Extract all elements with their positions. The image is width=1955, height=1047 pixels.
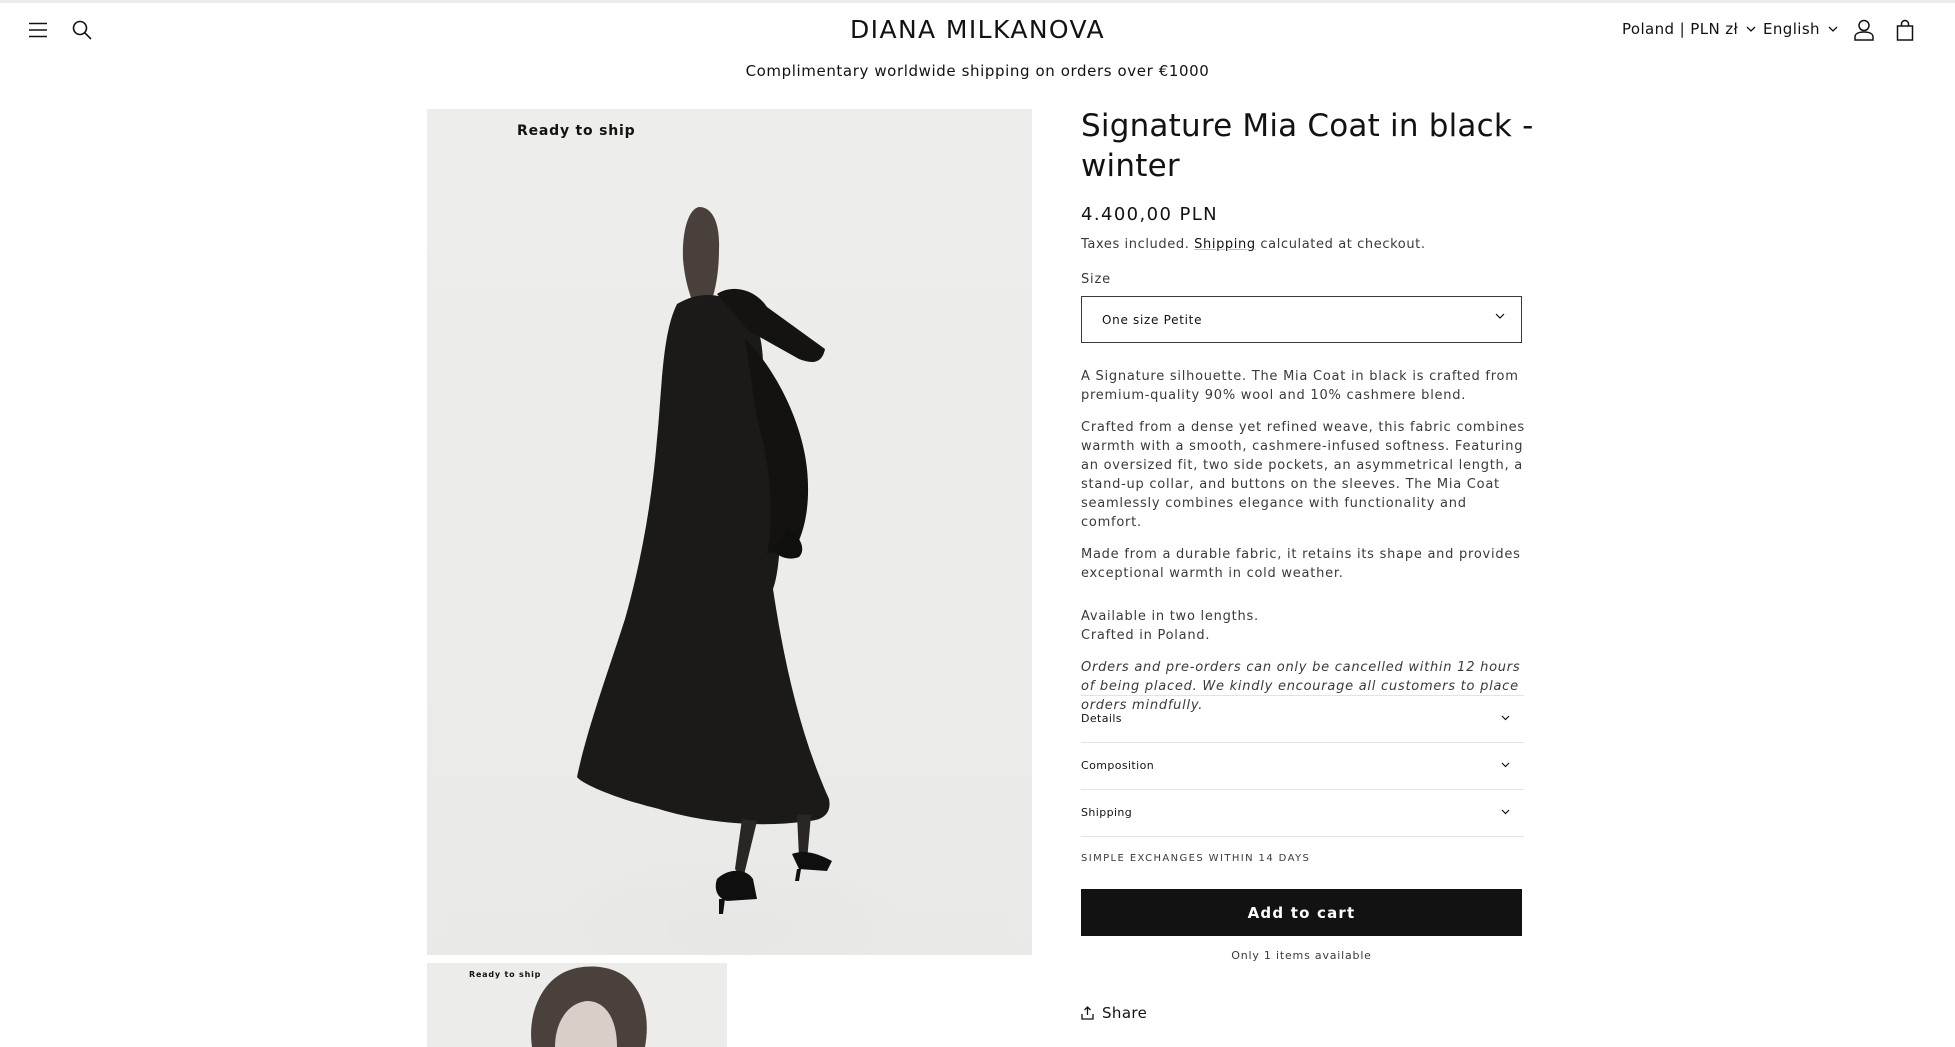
description-paragraph: A Signature silhouette. The Mia Coat in … [1081,369,1519,403]
search-icon[interactable] [66,14,98,46]
chevron-down-icon [1495,313,1505,319]
product-description: A Signature silhouette. The Mia Coat in … [1081,367,1531,728]
add-to-cart-button[interactable]: Add to cart [1081,889,1522,936]
accordion-shipping[interactable]: Shipping [1081,789,1524,837]
hamburger-menu-icon[interactable] [22,14,54,46]
account-icon[interactable] [1848,14,1880,46]
country-selector[interactable]: Poland | PLN zł [1622,20,1756,38]
size-label: Size [1081,272,1111,287]
coat-model-illustration [427,207,1032,955]
size-select[interactable]: One size Petite [1081,296,1522,343]
description-paragraph: Crafted from a dense yet refined weave, … [1081,420,1525,530]
cart-icon[interactable] [1889,14,1921,46]
site-header: DIANA MILKANOVA Poland | PLN zł English [0,3,1955,59]
product-price: 4.400,00 PLN [1081,204,1219,225]
ready-to-ship-badge-small: Ready to ship [469,970,542,979]
accordion-composition[interactable]: Composition [1081,742,1524,789]
accordion-label: Composition [1081,759,1155,772]
exchanges-note: SIMPLE EXCHANGES WITHIN 14 DAYS [1081,853,1311,864]
language-selector[interactable]: English [1763,20,1838,38]
country-label: Poland | PLN zł [1622,20,1739,38]
description-line: Available in two lengths. [1081,609,1259,624]
chevron-down-icon [1828,26,1838,32]
description-line: Crafted in Poland. [1081,628,1211,643]
availability-note: Only 1 items available [1231,949,1372,962]
ready-to-ship-badge: Ready to ship [517,123,636,139]
share-button[interactable]: Share [1081,1004,1147,1022]
chevron-down-icon [1501,762,1510,768]
size-selected-value: One size Petite [1102,312,1203,327]
shipping-policy-link[interactable]: Shipping [1194,237,1256,252]
tax-note: Taxes included. Shipping calculated at c… [1081,237,1426,252]
product-main-image[interactable]: Ready to ship [427,109,1032,955]
share-label: Share [1102,1004,1148,1022]
chevron-down-icon [1746,26,1756,32]
product-thumbnail-image[interactable]: Ready to ship [427,963,727,1047]
product-title: Signature Mia Coat in black - winter [1081,108,1534,184]
tax-note-prefix: Taxes included. [1081,237,1195,252]
announcement-bar: Complimentary worldwide shipping on orde… [745,62,1210,80]
share-icon [1081,1006,1094,1020]
description-paragraph: Available in two lengths. Crafted in Pola… [1081,607,1531,645]
language-label: English [1763,20,1820,38]
description-paragraph: Made from a durable fabric, it retains i… [1081,547,1521,581]
accordion-details[interactable]: Details [1081,695,1524,742]
chevron-down-icon [1501,809,1510,815]
brand-name[interactable]: DIANA MILKANOVA [850,15,1105,44]
accordion-label: Shipping [1081,806,1133,819]
chevron-down-icon [1501,715,1510,721]
accordion-label: Details [1081,712,1122,725]
tax-note-suffix: calculated at checkout. [1255,237,1426,252]
